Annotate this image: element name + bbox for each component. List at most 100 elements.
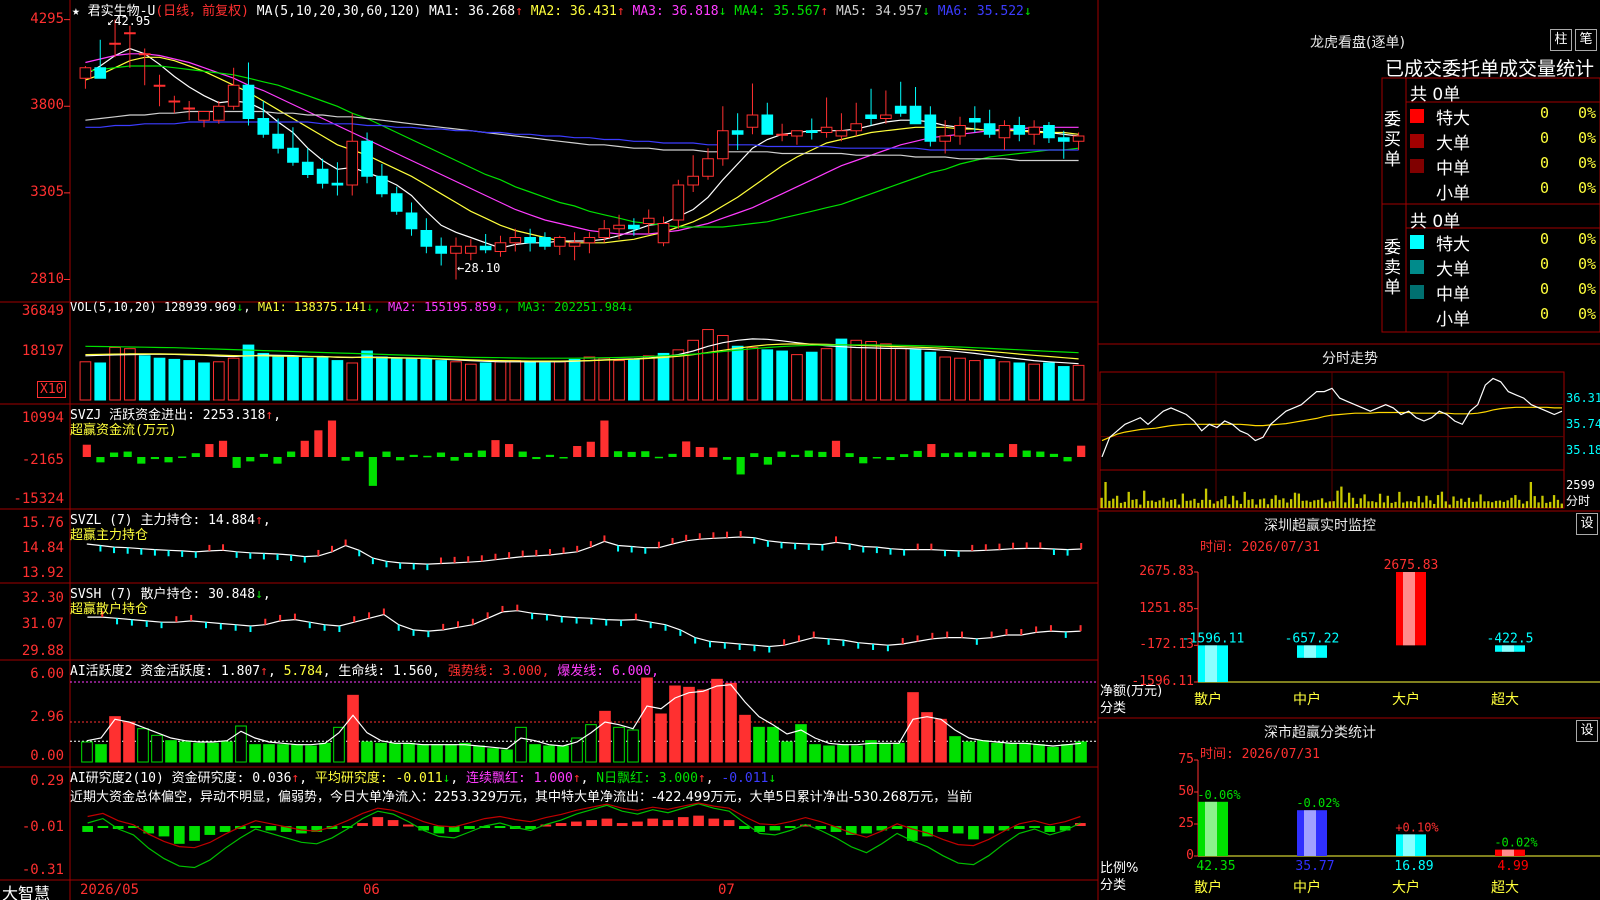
intraday-volume-bar (1235, 500, 1239, 508)
date-label-jul: 07 (718, 882, 735, 898)
fund-flow-bar (613, 451, 623, 457)
intraday-volume-bar (1402, 502, 1405, 508)
main-holding-tick (317, 549, 320, 556)
monitor-bar-shine (1205, 645, 1217, 682)
sell-order-label: 小单 (1436, 310, 1470, 330)
low-annotation: ←28.10 (457, 261, 500, 275)
pen-mode-button[interactable]: 笔 (1575, 29, 1597, 51)
volume-bar (524, 361, 536, 401)
retail-holding-tick (886, 645, 889, 652)
intraday-volume-bar (1100, 497, 1103, 508)
activity-bar (431, 744, 443, 763)
main-holding-tick (508, 552, 511, 559)
monitor-axis-label: -172.13 (1139, 637, 1194, 653)
main-holding-tick (1080, 543, 1083, 549)
main-holding-tick (821, 544, 824, 551)
ma-arrow-6: ↓ (1023, 4, 1032, 19)
research-bar (265, 826, 277, 831)
intraday-volume-bar (1483, 501, 1486, 508)
candle-body (227, 84, 240, 107)
retail-holding-tick (1079, 625, 1082, 632)
retail-holding-tick (797, 635, 800, 642)
retail-holding-tick (293, 613, 296, 620)
stat2-settings-button[interactable]: 设 (1576, 720, 1598, 742)
main-holding-tick (153, 549, 156, 556)
svzl-arrow: ↑ (255, 513, 263, 528)
sell-order-row: 大单 0 0% (1410, 255, 1600, 280)
monitor-axis-label: 2675.83 (1139, 564, 1194, 579)
candle-body (776, 133, 788, 136)
retail-holding-tick (753, 645, 756, 652)
main-holding-tick (1025, 542, 1028, 549)
candle-body (109, 42, 121, 45)
candle-body (242, 84, 255, 119)
intraday-volume-bar (1216, 501, 1219, 508)
intraday-volume-bar (1139, 504, 1142, 508)
activity-bar (949, 736, 961, 763)
activity-bar (767, 726, 779, 763)
candle-body (598, 228, 611, 238)
high-annotation: ↙42.95 (107, 14, 150, 28)
activity-bar (963, 741, 975, 763)
main-holding-tick (494, 553, 497, 560)
fund-flow-bar (968, 451, 977, 457)
main-holding-tick (194, 551, 197, 558)
fund-flow-bar (641, 451, 650, 457)
volume-bar (316, 356, 329, 401)
buy-order-label: 大单 (1436, 134, 1470, 154)
buy-order-pct: 0% (1578, 129, 1597, 147)
volume-bar (242, 344, 255, 401)
price-axis-label: 4295 (30, 10, 64, 27)
volume-bar (1043, 362, 1055, 401)
fund-flow-bar (1063, 457, 1072, 462)
candle-body (746, 114, 759, 128)
intraday-volume-bar (1266, 504, 1270, 508)
intraday-volume-bar (1494, 500, 1498, 508)
retail-holding-tick (975, 638, 978, 645)
favorite-star-icon[interactable]: ★ (72, 4, 80, 19)
intraday-volume-bar (1220, 499, 1223, 508)
monitor-settings-button[interactable]: 设 (1576, 513, 1598, 535)
retail-holding-tick (946, 631, 949, 638)
main-holding-tick (807, 543, 810, 550)
intraday-volume-bar (1332, 501, 1335, 508)
monitor-category-label: 大户 (1392, 691, 1420, 708)
research-bar (647, 818, 659, 827)
main-holding-tick (916, 543, 919, 550)
fund-flow-bar (246, 457, 255, 462)
monitor-value-label: -422.5 (1487, 631, 1534, 646)
main-holding-tick (998, 543, 1001, 550)
retail-holding-tick (783, 639, 786, 646)
fund-flow-bar (205, 444, 214, 457)
fund-flow-bar (96, 457, 105, 463)
activity-bar (543, 745, 555, 763)
vol-ma1: MA1: 138375.141 (257, 300, 367, 314)
intraday-volume-bar (1552, 495, 1556, 508)
volume-bar (301, 357, 314, 401)
volume-bar (257, 352, 270, 401)
intraday-volume-bar (1549, 501, 1552, 508)
retail-holding-tick (516, 604, 519, 611)
main-holding-tick (535, 549, 538, 556)
candle-body (761, 114, 774, 135)
svsh-value: 30.848 (208, 587, 256, 602)
ma-value-2: MA2: 36.431 (522, 4, 617, 19)
sell-order-pct: 0% (1578, 305, 1597, 323)
price-axis-label: 3800 (30, 97, 64, 114)
svsh-axis-top: 32.30 (21, 590, 64, 606)
main-holding-tick (208, 544, 211, 551)
intraday-volume-bar (1502, 501, 1505, 508)
activity-bar (1005, 742, 1017, 763)
sell-order-count: 0 (1540, 230, 1550, 248)
sell-order-pct: 0% (1578, 230, 1597, 248)
intraday-volume-bar (1514, 495, 1517, 508)
fund-flow-bar (559, 457, 568, 459)
bar-mode-button[interactable]: 柱 (1550, 29, 1572, 51)
period-label[interactable]: (日线，前复权) (155, 4, 249, 19)
retail-holding-tick (1035, 626, 1038, 633)
retail-holding-tick (205, 622, 207, 629)
research-bar (189, 826, 200, 841)
main-holding-tick (99, 545, 102, 552)
main-holding-tick (943, 550, 946, 557)
main-holding-tick (753, 537, 756, 544)
